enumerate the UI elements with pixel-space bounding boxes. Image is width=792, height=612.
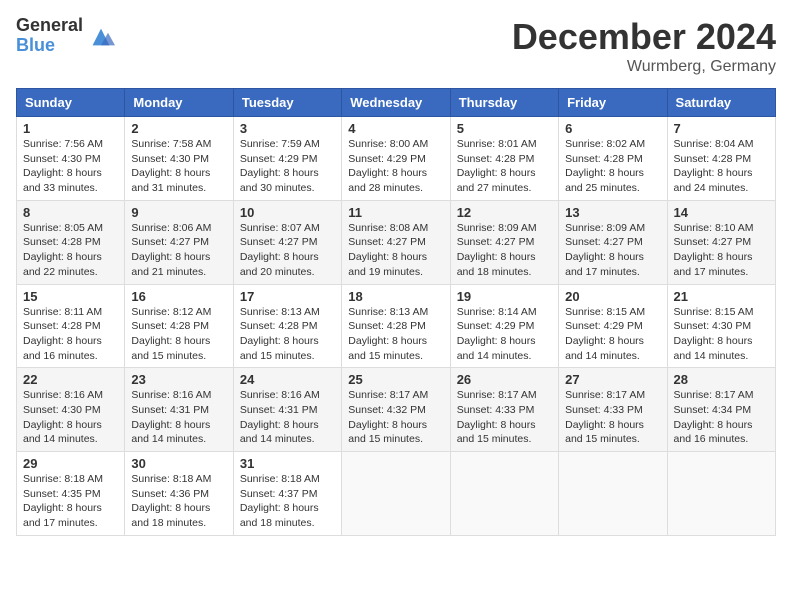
month-title: December 2024 xyxy=(512,16,776,58)
day-7: 7 Sunrise: 8:04 AMSunset: 4:28 PMDayligh… xyxy=(667,117,775,201)
table-row: 22 Sunrise: 8:16 AMSunset: 4:30 PMDaylig… xyxy=(17,368,776,452)
calendar-table: Sunday Monday Tuesday Wednesday Thursday… xyxy=(16,88,776,536)
empty-cell xyxy=(559,452,667,536)
day-20: 20 Sunrise: 8:15 AMSunset: 4:29 PMDaylig… xyxy=(559,284,667,368)
header-saturday: Saturday xyxy=(667,89,775,117)
header-friday: Friday xyxy=(559,89,667,117)
day-24: 24 Sunrise: 8:16 AMSunset: 4:31 PMDaylig… xyxy=(233,368,341,452)
day-12: 12 Sunrise: 8:09 AMSunset: 4:27 PMDaylig… xyxy=(450,200,558,284)
logo-blue-text: Blue xyxy=(16,36,83,56)
day-21: 21 Sunrise: 8:15 AMSunset: 4:30 PMDaylig… xyxy=(667,284,775,368)
day-4: 4 Sunrise: 8:00 AMSunset: 4:29 PMDayligh… xyxy=(342,117,450,201)
day-30: 30 Sunrise: 8:18 AMSunset: 4:36 PMDaylig… xyxy=(125,452,233,536)
day-31: 31 Sunrise: 8:18 AMSunset: 4:37 PMDaylig… xyxy=(233,452,341,536)
day-13: 13 Sunrise: 8:09 AMSunset: 4:27 PMDaylig… xyxy=(559,200,667,284)
page-header: General Blue December 2024 Wurmberg, Ger… xyxy=(16,16,776,76)
table-row: 8 Sunrise: 8:05 AMSunset: 4:28 PMDayligh… xyxy=(17,200,776,284)
day-14: 14 Sunrise: 8:10 AMSunset: 4:27 PMDaylig… xyxy=(667,200,775,284)
logo-general-text: General xyxy=(16,16,83,36)
day-8: 8 Sunrise: 8:05 AMSunset: 4:28 PMDayligh… xyxy=(17,200,125,284)
logo-icon xyxy=(87,23,115,51)
day-28: 28 Sunrise: 8:17 AMSunset: 4:34 PMDaylig… xyxy=(667,368,775,452)
table-row: 15 Sunrise: 8:11 AMSunset: 4:28 PMDaylig… xyxy=(17,284,776,368)
day-9: 9 Sunrise: 8:06 AMSunset: 4:27 PMDayligh… xyxy=(125,200,233,284)
table-row: 1 Sunrise: 7:56 AMSunset: 4:30 PMDayligh… xyxy=(17,117,776,201)
header-monday: Monday xyxy=(125,89,233,117)
day-16: 16 Sunrise: 8:12 AMSunset: 4:28 PMDaylig… xyxy=(125,284,233,368)
title-block: December 2024 Wurmberg, Germany xyxy=(512,16,776,76)
day-5: 5 Sunrise: 8:01 AMSunset: 4:28 PMDayligh… xyxy=(450,117,558,201)
day-2: 2 Sunrise: 7:58 AMSunset: 4:30 PMDayligh… xyxy=(125,117,233,201)
day-27: 27 Sunrise: 8:17 AMSunset: 4:33 PMDaylig… xyxy=(559,368,667,452)
location: Wurmberg, Germany xyxy=(512,58,776,76)
day-29: 29 Sunrise: 8:18 AMSunset: 4:35 PMDaylig… xyxy=(17,452,125,536)
day-3: 3 Sunrise: 7:59 AMSunset: 4:29 PMDayligh… xyxy=(233,117,341,201)
day-25: 25 Sunrise: 8:17 AMSunset: 4:32 PMDaylig… xyxy=(342,368,450,452)
day-17: 17 Sunrise: 8:13 AMSunset: 4:28 PMDaylig… xyxy=(233,284,341,368)
header-sunday: Sunday xyxy=(17,89,125,117)
empty-cell xyxy=(450,452,558,536)
header-wednesday: Wednesday xyxy=(342,89,450,117)
day-15: 15 Sunrise: 8:11 AMSunset: 4:28 PMDaylig… xyxy=(17,284,125,368)
day-1: 1 Sunrise: 7:56 AMSunset: 4:30 PMDayligh… xyxy=(17,117,125,201)
table-row: 29 Sunrise: 8:18 AMSunset: 4:35 PMDaylig… xyxy=(17,452,776,536)
calendar-header-row: Sunday Monday Tuesday Wednesday Thursday… xyxy=(17,89,776,117)
day-26: 26 Sunrise: 8:17 AMSunset: 4:33 PMDaylig… xyxy=(450,368,558,452)
header-tuesday: Tuesday xyxy=(233,89,341,117)
day-18: 18 Sunrise: 8:13 AMSunset: 4:28 PMDaylig… xyxy=(342,284,450,368)
day-23: 23 Sunrise: 8:16 AMSunset: 4:31 PMDaylig… xyxy=(125,368,233,452)
day-6: 6 Sunrise: 8:02 AMSunset: 4:28 PMDayligh… xyxy=(559,117,667,201)
header-thursday: Thursday xyxy=(450,89,558,117)
logo: General Blue xyxy=(16,16,115,56)
empty-cell xyxy=(667,452,775,536)
day-11: 11 Sunrise: 8:08 AMSunset: 4:27 PMDaylig… xyxy=(342,200,450,284)
day-19: 19 Sunrise: 8:14 AMSunset: 4:29 PMDaylig… xyxy=(450,284,558,368)
day-22: 22 Sunrise: 8:16 AMSunset: 4:30 PMDaylig… xyxy=(17,368,125,452)
day-10: 10 Sunrise: 8:07 AMSunset: 4:27 PMDaylig… xyxy=(233,200,341,284)
empty-cell xyxy=(342,452,450,536)
